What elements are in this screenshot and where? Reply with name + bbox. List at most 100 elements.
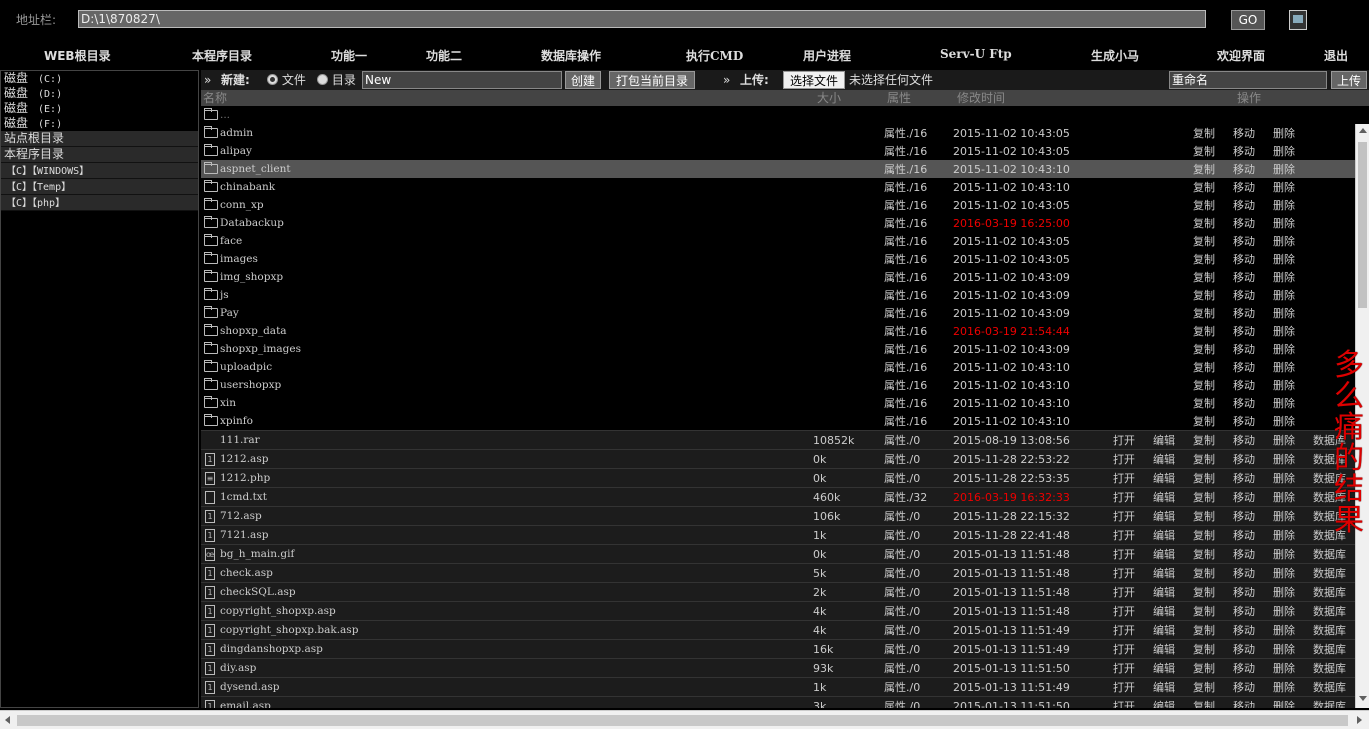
file-op-0[interactable]: 打开 (1113, 640, 1135, 658)
dir-op-1[interactable]: 移动 (1233, 268, 1255, 286)
file-row[interactable]: 1 email.asp 3k 属性./0 2015-01-13 11:51:50 打开 编辑… (201, 696, 1355, 708)
dir-op-2[interactable]: 删除 (1273, 394, 1295, 412)
file-name[interactable]: 7121.asp (220, 526, 268, 544)
file-op-3[interactable]: 移动 (1233, 659, 1255, 677)
file-op-5[interactable]: 数据库 (1313, 583, 1346, 601)
radio-dir-icon[interactable] (317, 74, 328, 85)
menu-item-10[interactable]: 退出 (1324, 47, 1348, 64)
file-op-5[interactable]: 数据库 (1313, 697, 1346, 708)
dir-attr[interactable]: 属性./16 (884, 160, 927, 178)
file-attr[interactable]: 属性./32 (884, 488, 927, 506)
radio-file-icon[interactable] (267, 74, 278, 85)
file-op-2[interactable]: 复制 (1193, 621, 1215, 639)
dir-row[interactable]: usershopxp 属性./16 2015-11-02 10:43:10 复制 移动删… (201, 376, 1355, 394)
file-op-2[interactable]: 复制 (1193, 526, 1215, 544)
file-op-5[interactable]: 数据库 (1313, 602, 1346, 620)
dir-op-0[interactable]: 复制 (1193, 250, 1215, 268)
horizontal-scroll-thumb[interactable] (17, 715, 1348, 726)
dir-op-2[interactable]: 删除 (1273, 286, 1295, 304)
dir-row[interactable]: aspnet_client 属性./16 2015-11-02 10:43:10 复制… (201, 160, 1355, 178)
file-row[interactable]: 1 712.asp 106k 属性./0 2015-11-28 22:15:32 打开 编辑… (201, 506, 1355, 525)
file-op-0[interactable]: 打开 (1113, 526, 1135, 544)
dir-name[interactable]: Pay (220, 304, 239, 322)
dir-name[interactable]: chinabank (220, 178, 275, 196)
file-attr[interactable]: 属性./0 (884, 507, 920, 525)
dir-name[interactable]: conn_xp (220, 196, 264, 214)
file-op-0[interactable]: 打开 (1113, 621, 1135, 639)
file-op-3[interactable]: 移动 (1233, 640, 1255, 658)
menu-item-7[interactable]: Serv-U Ftp (940, 47, 1012, 61)
dir-attr[interactable]: 属性./16 (884, 232, 927, 250)
file-op-3[interactable]: 移动 (1233, 602, 1255, 620)
dir-op-2[interactable]: 删除 (1273, 340, 1295, 358)
file-op-0[interactable]: 打开 (1113, 431, 1135, 449)
menu-item-8[interactable]: 生成小马 (1091, 47, 1139, 64)
dir-name[interactable]: img_shopxp (220, 268, 283, 286)
file-attr[interactable]: 属性./0 (884, 469, 920, 487)
dir-attr[interactable]: 属性./16 (884, 286, 927, 304)
file-op-0[interactable]: 打开 (1113, 678, 1135, 696)
file-op-2[interactable]: 复制 (1193, 602, 1215, 620)
file-op-1[interactable]: 编辑 (1153, 469, 1175, 487)
dir-row[interactable]: images 属性./16 2015-11-02 10:43:05 复制 移动 删除 (201, 250, 1355, 268)
file-op-1[interactable]: 编辑 (1153, 488, 1175, 506)
file-op-4[interactable]: 删除 (1273, 602, 1295, 620)
go-button[interactable]: GO (1231, 10, 1265, 30)
file-attr[interactable]: 属性./0 (884, 450, 920, 468)
dir-op-2[interactable]: 删除 (1273, 322, 1295, 340)
file-name[interactable]: bg_h_main.gif (220, 545, 294, 563)
file-op-1[interactable]: 编辑 (1153, 507, 1175, 525)
file-op-0[interactable]: 打开 (1113, 583, 1135, 601)
file-name[interactable]: copyright_shopxp.bak.asp (220, 621, 358, 639)
dir-attr[interactable]: 属性./16 (884, 214, 927, 232)
file-op-1[interactable]: 编辑 (1153, 678, 1175, 696)
dir-row[interactable]: shopxp_images 属性./16 2015-11-02 10:43:09 复制… (201, 340, 1355, 358)
parent-dir-name[interactable]: ... (220, 106, 230, 124)
file-row[interactable]: 1cmd.txt 460k 属性./32 2016-03-19 16:32:33 打开编… (201, 487, 1355, 506)
file-op-3[interactable]: 移动 (1233, 507, 1255, 525)
dir-name[interactable]: shopxp_data (220, 322, 287, 340)
dir-op-2[interactable]: 删除 (1273, 250, 1295, 268)
parent-dir-row[interactable]: ... (201, 106, 1355, 124)
file-op-2[interactable]: 复制 (1193, 450, 1215, 468)
file-name[interactable]: 712.asp (220, 507, 262, 525)
file-op-3[interactable]: 移动 (1233, 469, 1255, 487)
sidebar-item-0[interactable]: 磁盘 (C:) (1, 71, 198, 86)
sidebar-item-5[interactable]: 本程序目录 (1, 147, 198, 163)
file-op-4[interactable]: 删除 (1273, 545, 1295, 563)
file-op-0[interactable]: 打开 (1113, 488, 1135, 506)
file-op-0[interactable]: 打开 (1113, 697, 1135, 708)
dir-op-0[interactable]: 复制 (1193, 124, 1215, 142)
dir-op-1[interactable]: 移动 (1233, 394, 1255, 412)
file-op-4[interactable]: 删除 (1273, 507, 1295, 525)
dir-row[interactable]: Pay 属性./16 2015-11-02 10:43:09 复制 移动 删除 (201, 304, 1355, 322)
dir-op-2[interactable]: 删除 (1273, 232, 1295, 250)
dir-attr[interactable]: 属性./16 (884, 322, 927, 340)
file-op-1[interactable]: 编辑 (1153, 545, 1175, 563)
create-button[interactable]: 创建 (565, 71, 601, 89)
file-op-4[interactable]: 删除 (1273, 450, 1295, 468)
file-name[interactable]: email.asp (220, 697, 271, 708)
file-op-2[interactable]: 复制 (1193, 469, 1215, 487)
dir-row[interactable]: chinabank 属性./16 2015-11-02 10:43:10 复制 移动 删除 (201, 178, 1355, 196)
dir-op-1[interactable]: 移动 (1233, 304, 1255, 322)
file-name[interactable]: 111.rar (220, 431, 260, 449)
file-op-4[interactable]: 删除 (1273, 659, 1295, 677)
dir-op-0[interactable]: 复制 (1193, 232, 1215, 250)
file-op-2[interactable]: 复制 (1193, 583, 1215, 601)
sidebar-item-1[interactable]: 磁盘 (D:) (1, 86, 198, 101)
file-attr[interactable]: 属性./0 (884, 583, 920, 601)
dir-attr[interactable]: 属性./16 (884, 250, 927, 268)
dir-op-0[interactable]: 复制 (1193, 376, 1215, 394)
dir-op-0[interactable]: 复制 (1193, 142, 1215, 160)
dir-row[interactable]: admin 属性./16 2015-11-02 10:43:05 复制 移动 删除 (201, 124, 1355, 142)
file-op-1[interactable]: 编辑 (1153, 431, 1175, 449)
scroll-down-icon[interactable] (1359, 696, 1367, 701)
file-op-2[interactable]: 复制 (1193, 488, 1215, 506)
file-op-3[interactable]: 移动 (1233, 678, 1255, 696)
file-op-4[interactable]: 删除 (1273, 678, 1295, 696)
dir-row[interactable]: face 属性./16 2015-11-02 10:43:05 复制 移动 删除 (201, 232, 1355, 250)
file-op-3[interactable]: 移动 (1233, 583, 1255, 601)
file-op-2[interactable]: 复制 (1193, 507, 1215, 525)
dir-attr[interactable]: 属性./16 (884, 412, 927, 430)
